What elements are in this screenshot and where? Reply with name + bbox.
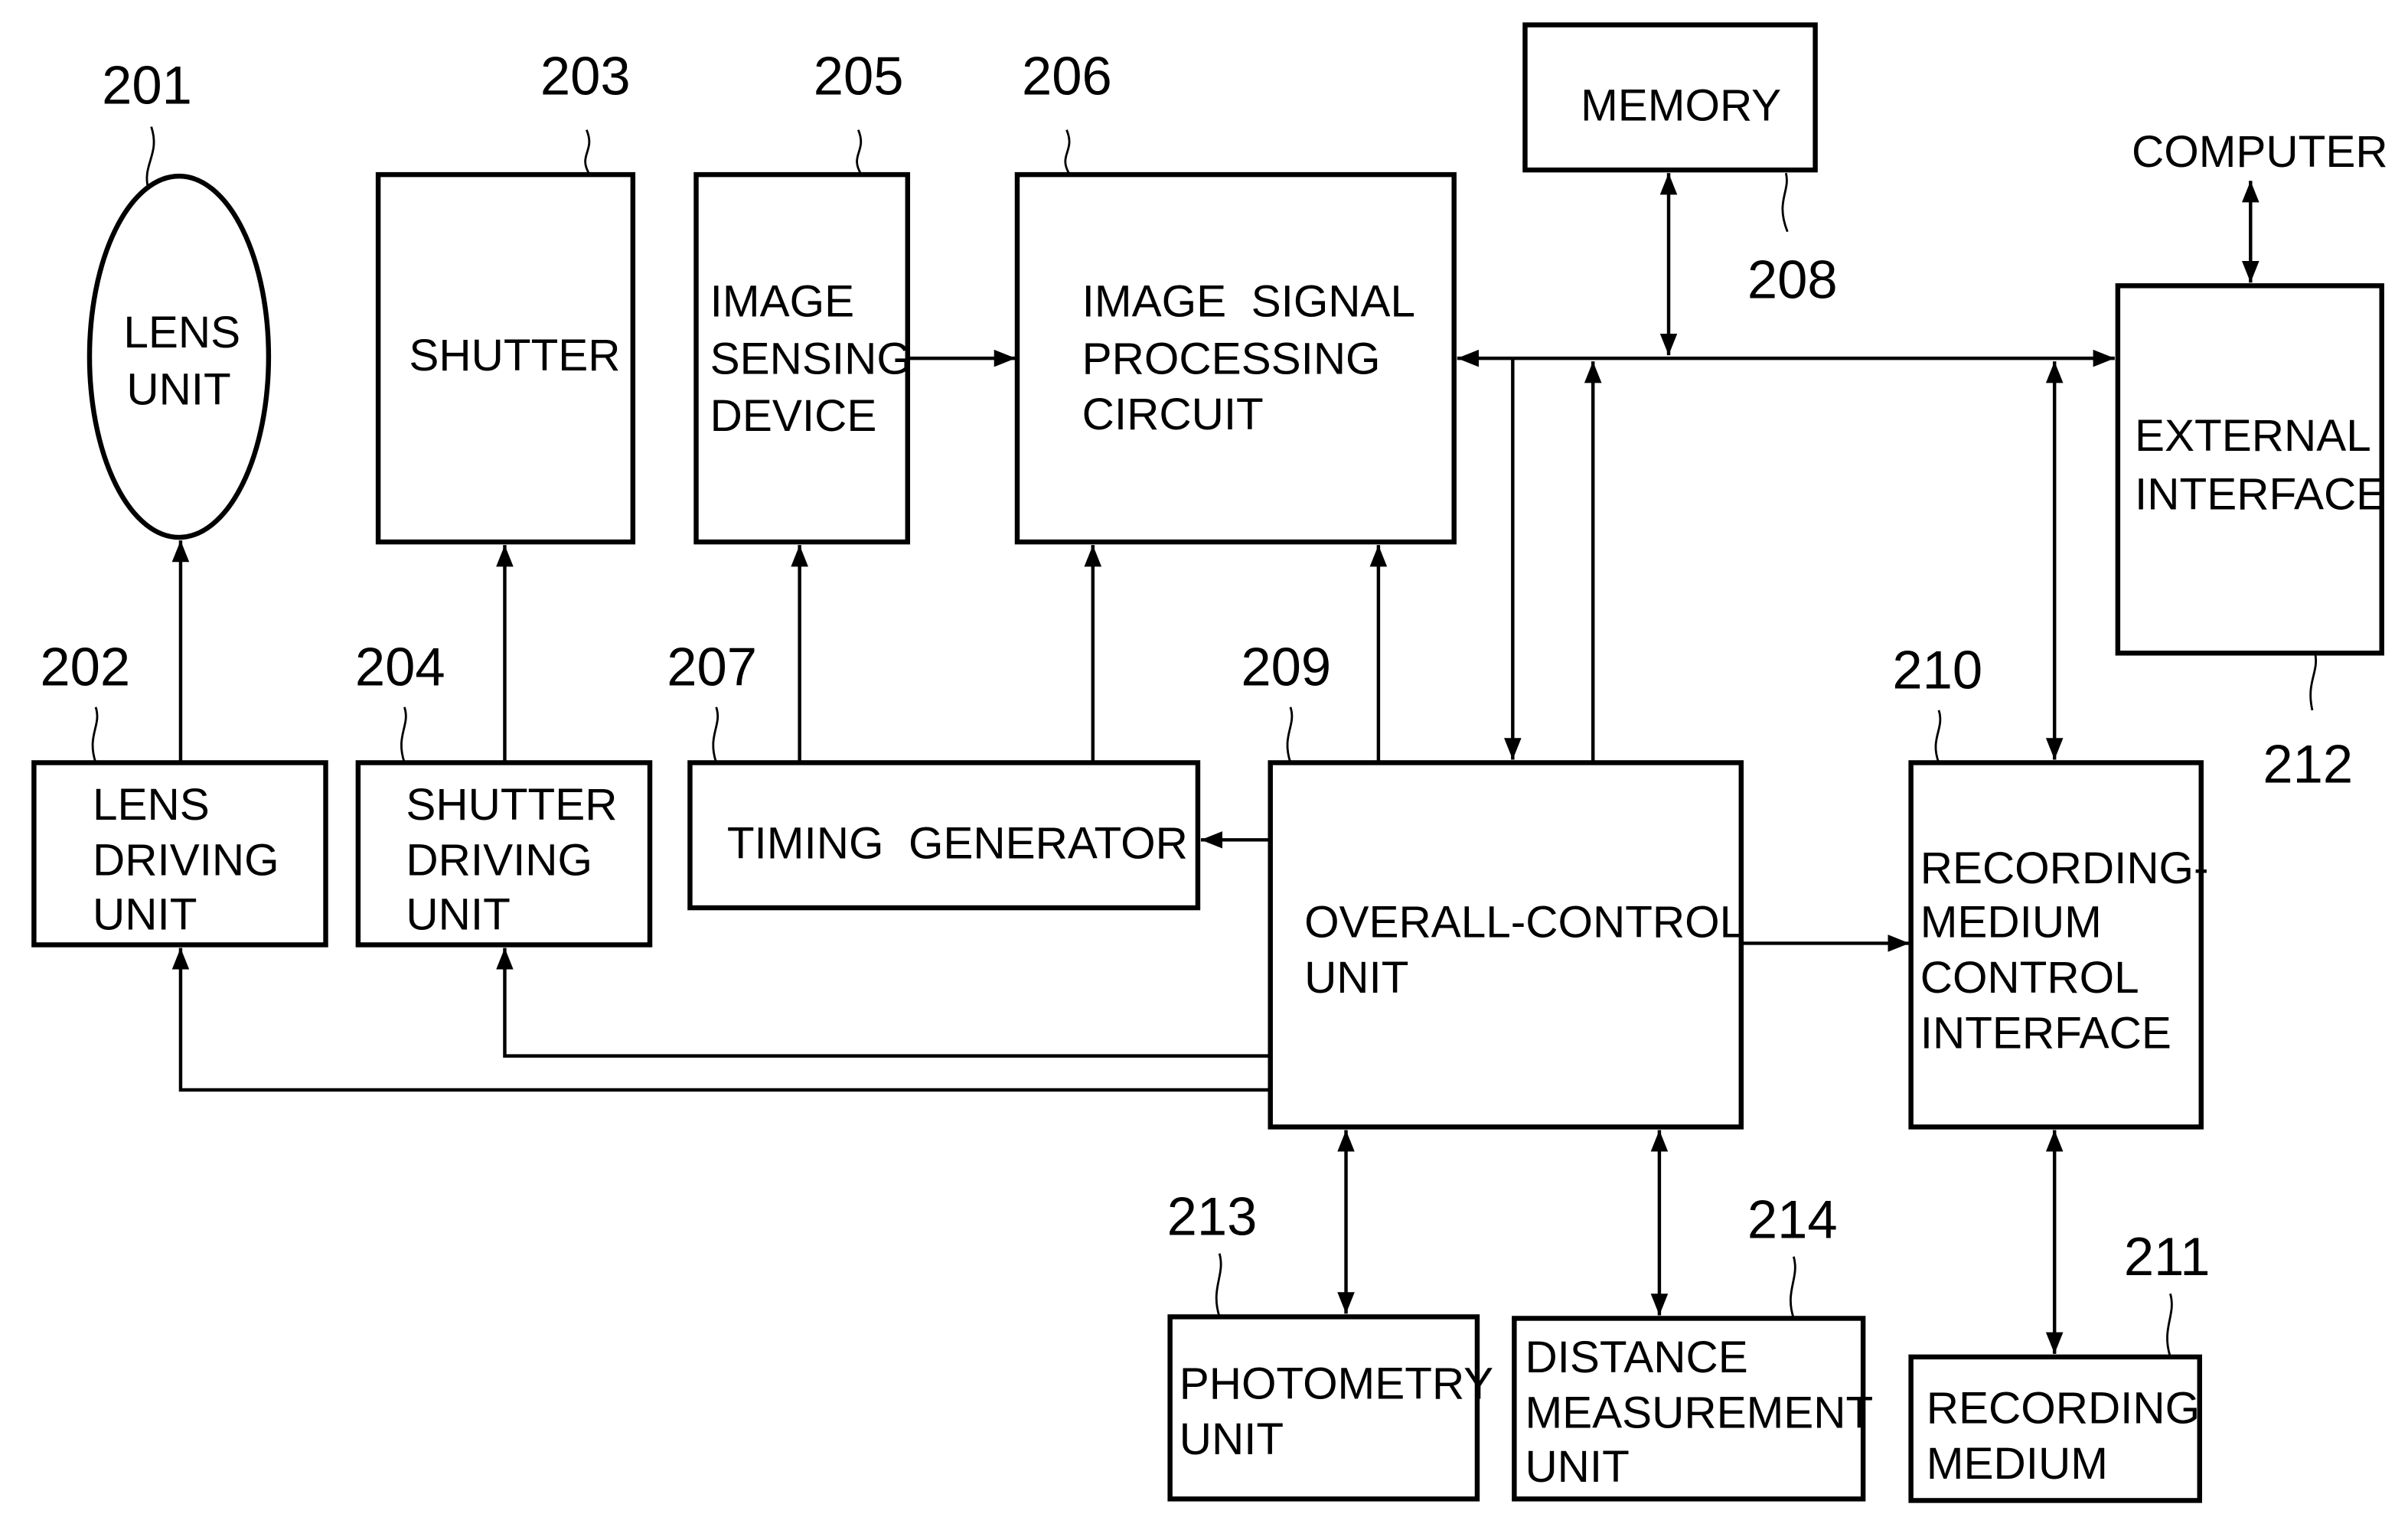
- ref-212: 212: [2263, 734, 2353, 794]
- ref-213: 213: [1167, 1186, 1258, 1247]
- ref-203: 203: [540, 45, 631, 106]
- arrow-control-to-lens-driving: [171, 948, 1271, 1092]
- ref-211: 211: [2124, 1226, 2211, 1287]
- image-sensing-device-label-line3: DEVICE: [710, 391, 877, 441]
- ref-205: 205: [814, 45, 904, 106]
- photometry-unit-label-line1: PHOTOMETRY: [1180, 1359, 1493, 1408]
- leader-203: [584, 129, 591, 175]
- rmci-label-line1: RECORDING-: [1920, 843, 2209, 893]
- recording-medium-block: RECORDING MEDIUM: [1908, 1354, 2202, 1503]
- leader-202: [91, 706, 99, 763]
- timing-generator-block: TIMING GENERATOR: [687, 760, 1201, 911]
- image-signal-processing-circuit-label-line1: IMAGE SIGNAL: [1082, 277, 1415, 327]
- leader-207: [712, 706, 719, 763]
- leader-205: [856, 129, 863, 175]
- overall-control-unit-label-line1: OVERALL-CONTROL: [1304, 897, 1744, 947]
- lens-driving-unit-label-line1: LENS: [93, 780, 210, 830]
- distance-measurement-unit-label-line1: DISTANCE: [1525, 1333, 1747, 1382]
- photometry-unit-block: PHOTOMETRY UNIT: [1167, 1314, 1493, 1502]
- memory-block: MEMORY: [1522, 22, 1818, 173]
- image-signal-processing-circuit-block: IMAGE SIGNAL PROCESSING CIRCUIT: [1014, 171, 1457, 545]
- block-diagram: LENS UNIT SHUTTER IMAGE SENSING DEVICE I…: [31, 22, 2388, 1503]
- leader-204: [400, 706, 407, 763]
- ref-206: 206: [1022, 45, 1112, 106]
- ref-207: 207: [667, 637, 757, 697]
- leader-209: [1286, 706, 1294, 763]
- ref-204: 204: [355, 637, 445, 697]
- rmci-label-line4: INTERFACE: [1920, 1009, 2171, 1059]
- distance-measurement-unit-label-line3: UNIT: [1525, 1442, 1629, 1492]
- leader-214: [1790, 1256, 1796, 1319]
- lens-unit-block: LENS UNIT: [86, 173, 272, 540]
- ref-209: 209: [1241, 637, 1331, 697]
- image-sensing-device-label-line1: IMAGE: [710, 277, 854, 327]
- leader-213: [1215, 1253, 1222, 1317]
- lens-driving-unit-block: LENS DRIVING UNIT: [31, 760, 328, 948]
- arrow-control-to-shutter-driving: [496, 948, 1271, 1058]
- image-signal-processing-circuit-label-line2: PROCESSING: [1082, 334, 1381, 383]
- computer-label: COMPUTER: [2132, 127, 2388, 177]
- recording-medium-label-line2: MEDIUM: [1927, 1439, 2108, 1489]
- recording-medium-control-interface-block: RECORDING- MEDIUM CONTROL INTERFACE: [1908, 760, 2209, 1130]
- external-interface-block: EXTERNAL INTERFACE: [2115, 283, 2386, 656]
- photometry-unit-label-line2: UNIT: [1180, 1414, 1284, 1464]
- leader-201: [145, 126, 155, 189]
- rmci-label-line3: CONTROL: [1920, 953, 2139, 1003]
- image-signal-processing-circuit-label-line3: CIRCUIT: [1082, 390, 1264, 439]
- ref-208: 208: [1747, 249, 1838, 309]
- external-interface-label-line1: EXTERNAL: [2135, 411, 2371, 461]
- rmci-label-line2: MEDIUM: [1920, 897, 2102, 947]
- leader-208: [1781, 172, 1789, 233]
- shutter-label: SHUTTER: [409, 331, 620, 380]
- recording-medium-label-line1: RECORDING: [1927, 1384, 2200, 1434]
- lens-driving-unit-label-line3: UNIT: [93, 889, 197, 939]
- shutter-driving-unit-label-line3: UNIT: [406, 889, 510, 939]
- lens-unit-label-line1: LENS: [123, 308, 240, 357]
- lens-driving-unit-label-line2: DRIVING: [93, 836, 279, 886]
- ref-201: 201: [102, 54, 192, 115]
- shutter-driving-unit-block: SHUTTER DRIVING UNIT: [355, 760, 653, 948]
- leader-212: [2309, 654, 2318, 711]
- ref-214: 214: [1747, 1189, 1838, 1250]
- shutter-driving-unit-label-line1: SHUTTER: [406, 780, 617, 830]
- timing-generator-label: TIMING GENERATOR: [727, 819, 1188, 869]
- lens-unit-label-line2: UNIT: [126, 365, 230, 415]
- leader-206: [1064, 129, 1071, 175]
- leader-211: [2166, 1293, 2173, 1358]
- memory-label: MEMORY: [1581, 81, 1781, 131]
- overall-control-unit-block: OVERALL-CONTROL UNIT: [1268, 760, 1744, 1130]
- ref-202: 202: [40, 637, 130, 697]
- overall-control-unit-label-line2: UNIT: [1304, 953, 1408, 1003]
- ref-210: 210: [1892, 640, 1982, 700]
- shutter-driving-unit-label-line2: DRIVING: [406, 836, 592, 886]
- external-interface-label-line2: INTERFACE: [2135, 470, 2386, 520]
- image-sensing-device-block: IMAGE SENSING DEVICE: [693, 171, 912, 545]
- image-sensing-device-label-line2: SENSING: [710, 334, 912, 383]
- leader-210: [1934, 710, 1942, 763]
- distance-measurement-unit-label-line2: MEASUREMENT: [1525, 1388, 1873, 1438]
- shutter-block: SHUTTER: [375, 171, 636, 545]
- distance-measurement-unit-block: DISTANCE MEASUREMENT UNIT: [1512, 1316, 1873, 1502]
